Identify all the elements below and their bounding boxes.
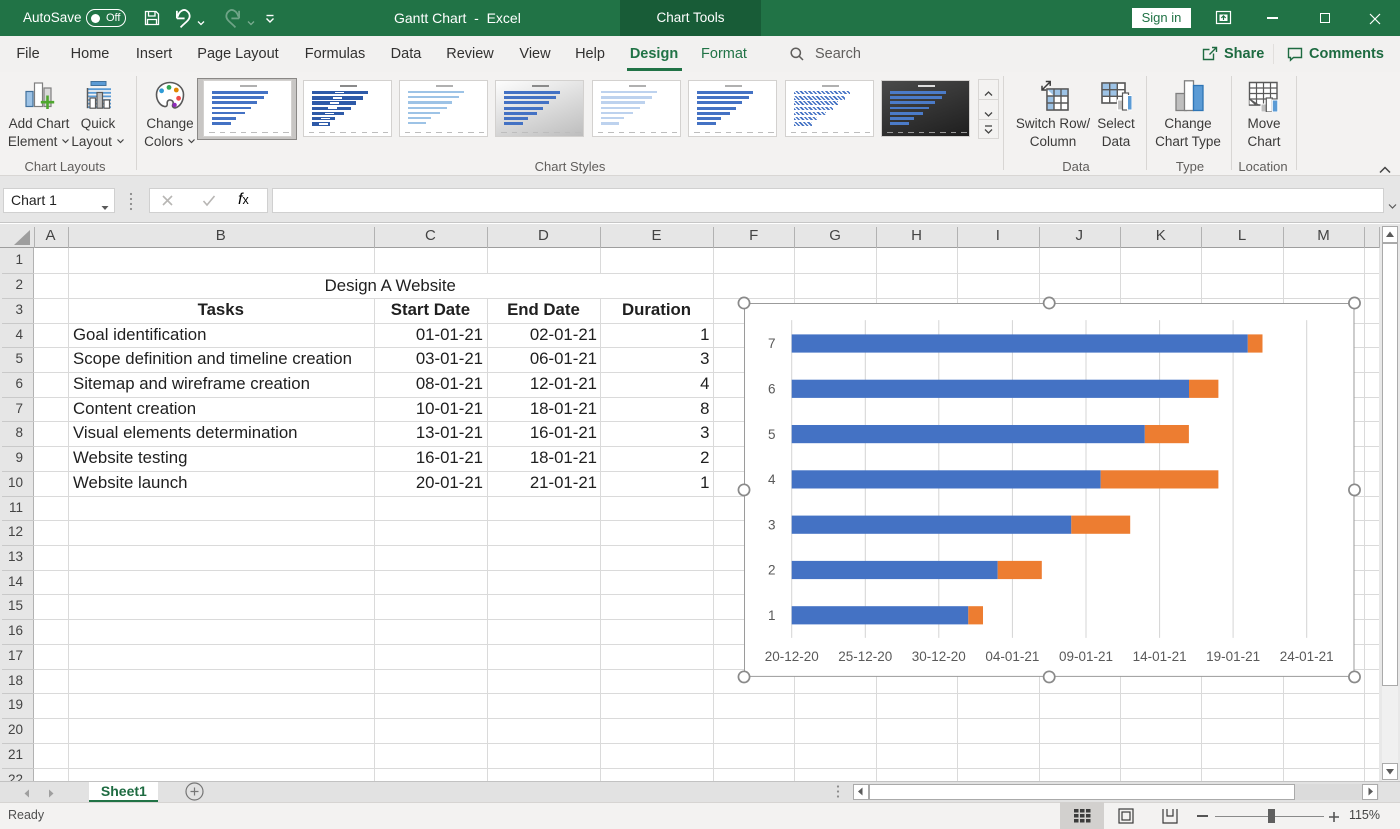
svg-text:7: 7 xyxy=(768,336,776,351)
svg-text:14-01-21: 14-01-21 xyxy=(1133,649,1187,664)
svg-text:5: 5 xyxy=(768,427,776,442)
svg-text:25-12-20: 25-12-20 xyxy=(839,649,893,664)
svg-text:04-01-21: 04-01-21 xyxy=(986,649,1040,664)
svg-text:1: 1 xyxy=(768,608,776,623)
svg-text:09-01-21: 09-01-21 xyxy=(1059,649,1113,664)
svg-text:3: 3 xyxy=(768,517,776,532)
svg-text:6: 6 xyxy=(768,381,776,396)
svg-text:30-12-20: 30-12-20 xyxy=(912,649,966,664)
svg-text:2: 2 xyxy=(768,562,776,577)
svg-text:24-01-21: 24-01-21 xyxy=(1280,649,1334,664)
svg-text:19-01-21: 19-01-21 xyxy=(1206,649,1260,664)
svg-text:4: 4 xyxy=(768,472,776,487)
svg-text:20-12-20: 20-12-20 xyxy=(765,649,819,664)
